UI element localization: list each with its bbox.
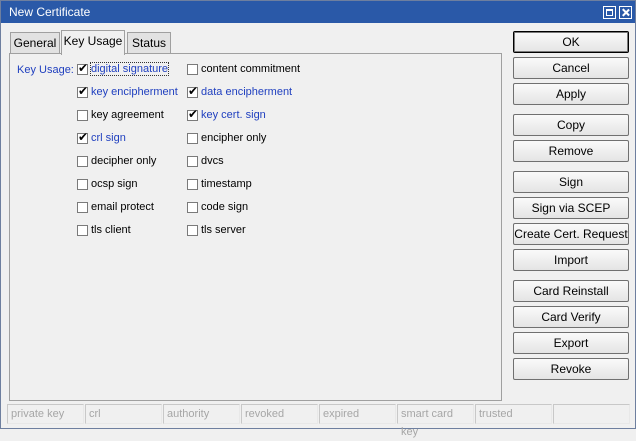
status-bar: private key crl authority revoked expire… — [1, 404, 635, 438]
close-icon[interactable] — [619, 6, 632, 19]
checkbox-box[interactable] — [77, 156, 88, 167]
maximize-icon[interactable] — [603, 6, 616, 19]
sign-button[interactable]: Sign — [513, 171, 629, 193]
checkbox-label: digital signature — [89, 62, 170, 76]
checkbox-label: content commitment — [201, 63, 301, 75]
import-button[interactable]: Import — [513, 249, 629, 271]
checkbox-label: key encipherment — [91, 86, 178, 98]
checkbox-label: key cert. sign — [201, 109, 266, 121]
checkbox-label: tls server — [201, 224, 246, 236]
checkbox-label: key agreement — [91, 109, 164, 121]
key-usage-label: Key Usage: — [17, 64, 74, 76]
create-cert-request-button[interactable]: Create Cert. Request — [513, 223, 629, 245]
checkbox-label: data encipherment — [201, 86, 293, 98]
new-certificate-window: New Certificate General Key Usage Status… — [0, 0, 636, 438]
checkbox-box[interactable] — [187, 133, 198, 144]
tab-key-usage[interactable]: Key Usage — [61, 30, 125, 55]
card-verify-button[interactable]: Card Verify — [513, 306, 629, 328]
checkbox-box[interactable] — [77, 110, 88, 121]
checkbox-label: ocsp sign — [91, 178, 138, 190]
status-revoked: revoked — [241, 404, 318, 424]
checkbox-label: tls client — [91, 224, 131, 236]
window-title: New Certificate — [9, 5, 91, 19]
checkbox-box[interactable]: ✔ — [187, 107, 199, 121]
checkbox-box[interactable] — [187, 64, 198, 75]
checkbox-label: email protect — [91, 201, 154, 213]
checkbox-box[interactable]: ✔ — [77, 61, 89, 75]
status-crl: crl — [85, 404, 162, 424]
checkbox-label: encipher only — [201, 132, 267, 144]
ok-button[interactable]: OK — [513, 31, 629, 53]
title-bar[interactable]: New Certificate — [1, 1, 635, 23]
checkbox-box[interactable]: ✔ — [187, 84, 199, 98]
export-button[interactable]: Export — [513, 332, 629, 354]
checkbox-box[interactable] — [187, 179, 198, 190]
status-trusted: trusted — [475, 404, 552, 424]
card-reinstall-button[interactable]: Card Reinstall — [513, 280, 629, 302]
checkbox-label: timestamp — [201, 178, 252, 190]
status-expired: expired — [319, 404, 396, 424]
remove-button[interactable]: Remove — [513, 140, 629, 162]
check-icon: ✔ — [188, 84, 199, 98]
check-icon: ✔ — [78, 84, 89, 98]
checkbox-box[interactable] — [187, 225, 198, 236]
check-icon: ✔ — [188, 107, 199, 121]
checkbox-label: dvcs — [201, 155, 224, 167]
cancel-button[interactable]: Cancel — [513, 57, 629, 79]
checkbox-box[interactable]: ✔ — [77, 130, 89, 144]
copy-button[interactable]: Copy — [513, 114, 629, 136]
checkbox-label: crl sign — [91, 132, 126, 144]
status-private-key: private key — [7, 404, 84, 424]
check-icon: ✔ — [78, 61, 89, 75]
key-usage-panel: Key Usage: ✔ digital signature ✔ key enc… — [9, 53, 502, 401]
checkbox-box[interactable] — [187, 202, 198, 213]
checkbox-box[interactable]: ✔ — [77, 84, 89, 98]
status-empty — [553, 404, 630, 424]
sign-via-scep-button[interactable]: Sign via SCEP — [513, 197, 629, 219]
status-smart-card-key: smart card key — [397, 404, 474, 438]
apply-button[interactable]: Apply — [513, 83, 629, 105]
checkbox-box[interactable] — [77, 202, 88, 213]
check-icon: ✔ — [78, 130, 89, 144]
checkbox-box[interactable] — [77, 225, 88, 236]
tab-general[interactable]: General — [10, 32, 60, 53]
checkbox-label: decipher only — [91, 155, 157, 167]
checkbox-label: code sign — [201, 201, 249, 213]
status-authority: authority — [163, 404, 240, 424]
revoke-button[interactable]: Revoke — [513, 358, 629, 380]
checkbox-box[interactable] — [187, 156, 198, 167]
checkbox-box[interactable] — [77, 179, 88, 190]
tab-status[interactable]: Status — [127, 32, 171, 53]
